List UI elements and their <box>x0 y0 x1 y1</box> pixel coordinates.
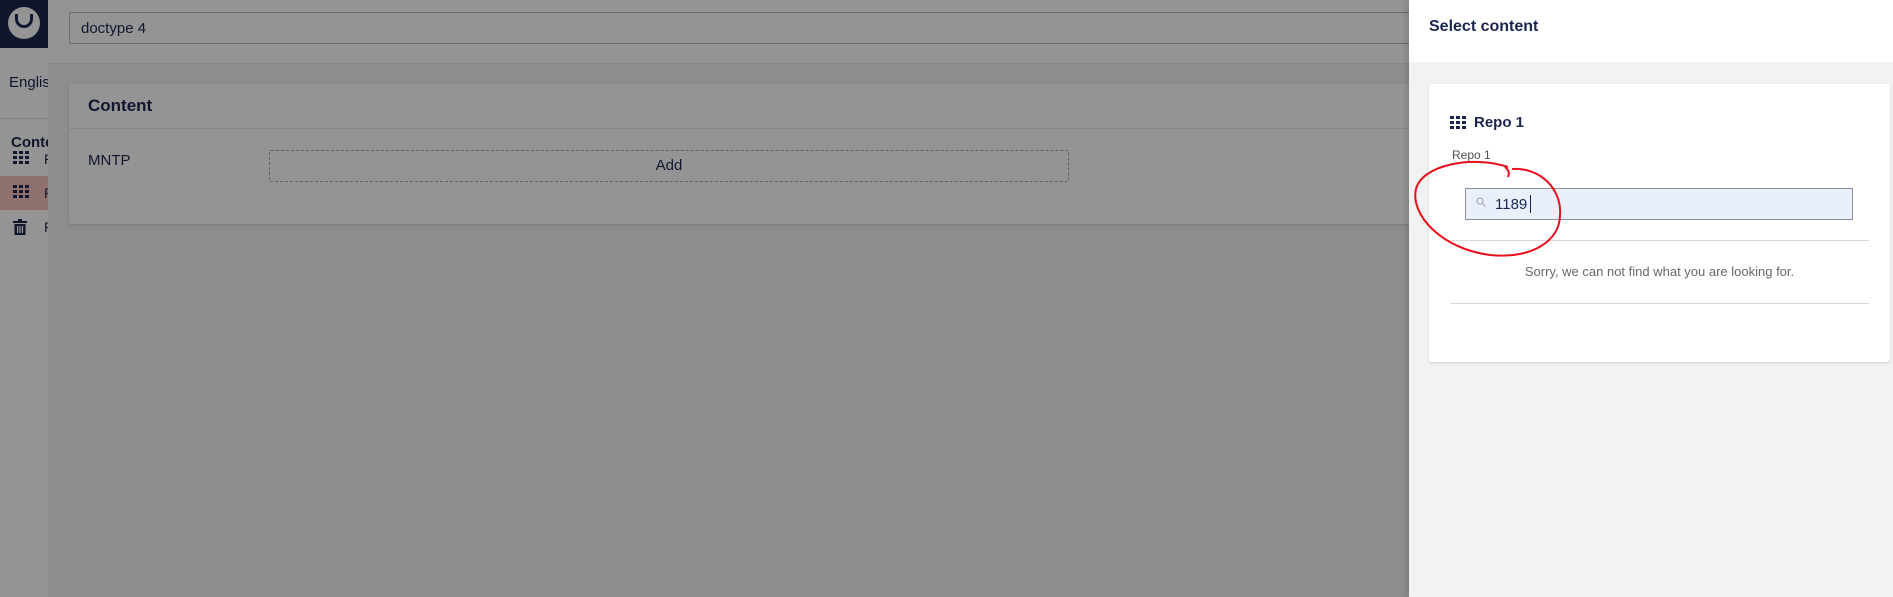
content-picker-dialog: Select content Repo 1 Repo 1 Sorry, we c… <box>1409 0 1893 597</box>
root-node[interactable]: Repo 1 <box>1450 114 1524 131</box>
root-node-label: Repo 1 <box>1474 114 1525 131</box>
modal-backdrop[interactable] <box>0 0 1410 597</box>
empty-results-message: Sorry, we can not find what you are look… <box>1524 264 1795 279</box>
divider <box>1450 303 1869 304</box>
dialog-title: Select content <box>1429 18 1539 35</box>
grid-icon <box>1450 116 1467 129</box>
red-annotation-circle <box>1414 160 1562 257</box>
dialog-header: Select content <box>1409 0 1893 62</box>
